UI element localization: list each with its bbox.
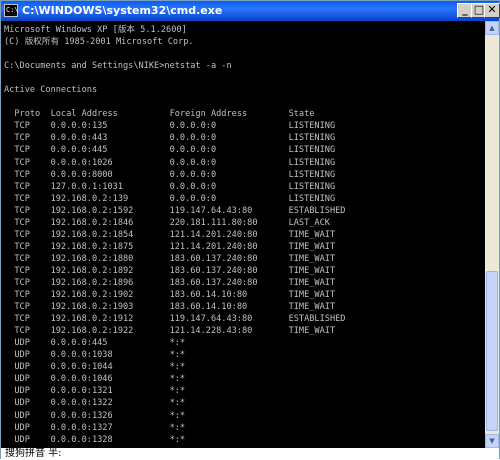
- scroll-down-arrow-icon[interactable]: ▼: [485, 434, 499, 448]
- console-line: TCP 192.168.0.2:1880 183.60.137.240:80 T…: [4, 253, 336, 264]
- console-line: C:\Documents and Settings\NIKE>netstat -…: [4, 61, 232, 72]
- scroll-up-arrow-icon[interactable]: ▲: [485, 21, 499, 35]
- console-line: UDP 0.0.0.0:1322 *:*: [4, 398, 186, 409]
- scrollbar-thumb[interactable]: [486, 271, 498, 431]
- console-line: TCP 0.0.0.0:445 0.0.0.0:0 LISTENING: [4, 145, 336, 156]
- console-line: Active Connections: [4, 85, 98, 96]
- console-line: TCP 192.168.0.2:1903 183.60.14.10:80 TIM…: [4, 302, 336, 313]
- console-line: UDP 0.0.0.0:1326 *:*: [4, 410, 186, 421]
- console-line: TCP 192.168.0.2:1896 183.60.137.240:80 T…: [4, 277, 336, 288]
- cmd-window: C:\ C:\WINDOWS\system32\cmd.exe _ □ ✕ Mi…: [0, 0, 500, 460]
- console-output-area[interactable]: Microsoft Windows XP [版本 5.1.2600] (C) 版…: [1, 21, 485, 448]
- title-bar[interactable]: C:\ C:\WINDOWS\system32\cmd.exe _ □ ✕: [1, 1, 500, 21]
- console-line: Proto Local Address Foreign Address Stat…: [4, 109, 315, 120]
- cmd-icon[interactable]: C:\: [4, 4, 19, 17]
- console-line: Microsoft Windows XP [版本 5.1.2600]: [4, 25, 187, 35]
- ime-status-bar: 搜狗拼音 半:: [1, 448, 499, 460]
- console-line: UDP 0.0.0.0:1321 *:*: [4, 386, 186, 397]
- console-line: UDP 0.0.0.0:1328 *:*: [4, 434, 186, 445]
- console-line: TCP 0.0.0.0:8000 0.0.0.0:0 LISTENING: [4, 169, 336, 180]
- console-line: (C) 版权所有 1985-2001 Microsoft Corp.: [4, 37, 194, 48]
- console-line: TCP 192.168.0.2:1846 220.181.111.80:80 L…: [4, 217, 330, 228]
- console-line: TCP 192.168.0.2:1592 119.147.64.43:80 ES…: [4, 205, 346, 216]
- close-button[interactable]: ✕: [484, 3, 500, 18]
- console-line: TCP 127.0.0.1:1031 0.0.0.0:0 LISTENING: [4, 181, 336, 192]
- console-line: UDP 0.0.0.0:1327 *:*: [4, 422, 186, 433]
- window-title: C:\WINDOWS\system32\cmd.exe: [22, 4, 223, 17]
- console-line: TCP 192.168.0.2:1854 121.14.201.240:80 T…: [4, 229, 336, 240]
- console-line: TCP 192.168.0.2:1875 121.14.201.240:80 T…: [4, 241, 336, 252]
- console-line: UDP 0.0.0.0:1038 *:*: [4, 350, 186, 361]
- console-line: TCP 0.0.0.0:443 0.0.0.0:0 LISTENING: [4, 133, 336, 144]
- console-line: TCP 0.0.0.0:135 0.0.0.0:0 LISTENING: [4, 121, 336, 132]
- console-text: Microsoft Windows XP [版本 5.1.2600] (C) 版…: [1, 21, 485, 446]
- console-line: TCP 192.168.0.2:1902 183.60.14.10:80 TIM…: [4, 290, 336, 301]
- console-line: TCP 192.168.0.2:139 0.0.0.0:0 LISTENING: [4, 193, 336, 204]
- console-line: TCP 192.168.0.2:1922 121.14.228.43:80 TI…: [4, 326, 336, 337]
- console-line: TCP 192.168.0.2:1912 119.147.64.43:80 ES…: [4, 314, 346, 325]
- console-line: UDP 0.0.0.0:445 *:*: [4, 338, 186, 349]
- vertical-scrollbar[interactable]: ▲ ▼: [485, 21, 499, 448]
- console-line: TCP 0.0.0.0:1026 0.0.0.0:0 LISTENING: [4, 157, 336, 168]
- console-line: UDP 0.0.0.0:1044 *:*: [4, 362, 186, 373]
- console-line: UDP 0.0.0.0:1046 *:*: [4, 374, 186, 385]
- console-line: TCP 192.168.0.2:1892 183.60.137.240:80 T…: [4, 265, 336, 276]
